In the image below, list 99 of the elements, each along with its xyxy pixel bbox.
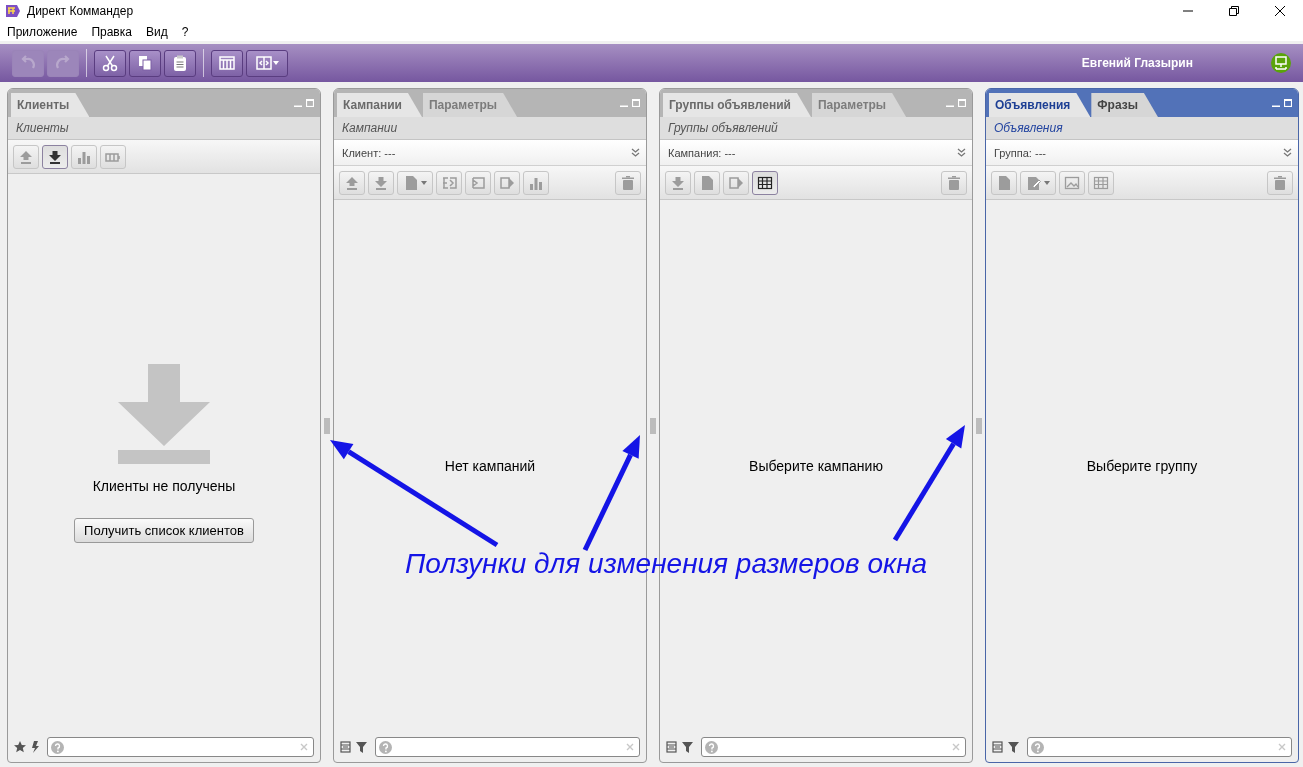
toolbar-button[interactable] [211,49,243,77]
resize-handle-icon[interactable] [976,417,982,434]
upload-icon [18,148,34,165]
close-icon[interactable] [1275,6,1285,16]
clear-icon[interactable] [952,743,960,751]
maximize-icon[interactable] [632,99,640,107]
lightning-icon[interactable] [31,741,39,753]
annotation-text: Ползунки для изменения размеров окна [405,548,928,580]
tool-button[interactable] [42,144,68,169]
help-icon[interactable] [705,740,718,754]
delete-button[interactable] [1267,170,1293,195]
bracket-icon [470,174,486,191]
panel-tab[interactable]: Клиенты [11,93,90,117]
table-icon [1093,174,1109,191]
panel-tab[interactable]: Объявления [989,93,1091,117]
filter-icon[interactable] [356,741,367,753]
filter-label: Группа: --- [994,146,1046,159]
filter-icon[interactable] [1008,741,1019,753]
caret-icon [421,180,427,185]
copy-icon [136,54,154,72]
document-icon [403,174,419,191]
expand-icon[interactable] [957,148,966,157]
empty-message: Клиенты не получены [92,477,236,494]
clear-icon[interactable] [1278,743,1286,751]
clipboard-icon [171,54,189,72]
delete-button[interactable] [941,170,967,195]
panel-subtitle: Клиенты [8,117,320,140]
network-status-icon [1271,53,1291,73]
app-logo-icon [5,3,21,19]
table-icon [757,174,773,191]
search-field[interactable] [375,737,640,757]
document-icon [996,174,1012,191]
filter-bar[interactable]: Клиент: --- [334,140,646,166]
panel-tab[interactable]: Фразы [1091,93,1158,117]
image-icon [1064,174,1080,191]
help-icon[interactable] [379,740,392,754]
download-arrow-icon [118,363,210,464]
get-clients-button[interactable]: Получить список клиентов [74,517,254,543]
restore-icon[interactable] [1229,6,1239,16]
document-icon [699,174,715,191]
help-icon[interactable] [1031,740,1044,754]
expand-icon[interactable] [1283,148,1292,157]
panel-tab[interactable]: Группы объявлений [663,93,811,117]
frame-split-icon [441,174,457,191]
clear-icon[interactable] [626,743,634,751]
columns-icon [218,54,236,72]
maximize-icon[interactable] [1284,99,1292,107]
toolbar-button[interactable] [246,49,288,77]
panel-subtitle: Группы объявлений [660,117,972,140]
list-icon[interactable] [340,741,351,753]
filter-label: Клиент: --- [342,146,396,159]
user-name: Евгений Глазырин [1081,56,1193,70]
toolbar-button[interactable] [94,49,126,77]
download-icon [373,174,389,191]
empty-message: Выберите группу [1086,458,1198,474]
menu-item[interactable]: Вид [145,24,168,39]
trash-icon [1272,174,1288,191]
menu-item[interactable]: Правка [91,24,132,39]
empty-message: Выберите кампанию [749,458,883,474]
filter-bar[interactable]: Кампания: --- [660,140,972,166]
caret-icon [1044,180,1050,185]
upload-icon [344,174,360,191]
maximize-icon[interactable] [306,99,314,107]
help-icon[interactable] [51,740,64,754]
panel-tab[interactable]: Кампании [337,93,422,117]
caret-icon [273,61,279,65]
star-icon[interactable] [14,741,26,753]
tool-button[interactable] [752,170,778,195]
resize-handle-icon[interactable] [650,417,656,434]
frame-arrow-icon [499,174,515,191]
search-field[interactable] [1027,737,1292,757]
filter-icon[interactable] [682,741,693,753]
filter-label: Кампания: --- [668,146,736,159]
filter-bar[interactable]: Группа: --- [986,140,1298,166]
edit-document-icon [1026,174,1042,191]
trash-icon [620,174,636,191]
download-icon [47,148,63,165]
window-title: Директ Коммандер [27,4,135,18]
resize-handle-icon[interactable] [324,417,330,434]
maximize-icon[interactable] [958,99,966,107]
clear-icon[interactable] [300,743,308,751]
scissors-icon [101,54,119,72]
panel-subtitle: Объявления [986,117,1298,140]
split-view-icon [255,54,273,72]
list-icon[interactable] [992,741,1003,753]
menu-item[interactable]: Приложение [7,24,78,39]
toolbar-button[interactable] [129,49,161,77]
expand-icon[interactable] [631,148,640,157]
delete-button[interactable] [615,170,641,195]
search-field[interactable] [701,737,966,757]
frame-arrow-icon [728,174,744,191]
trash-icon [946,174,962,191]
search-field[interactable] [47,737,314,757]
panel-subtitle: Кампании [334,117,646,140]
list-icon[interactable] [666,741,677,753]
menu-item[interactable]: ? [181,24,189,39]
empty-message: Нет кампаний [444,458,536,474]
download-icon [670,174,686,191]
toolbar-button[interactable] [164,49,196,77]
